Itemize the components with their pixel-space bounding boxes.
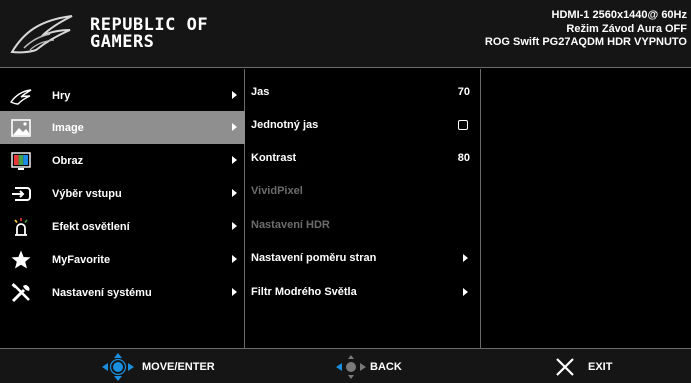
sub-item-jednotny-jas[interactable]: Jednotný jas [245,109,480,142]
menu-label-efekt-osvetleni: Efekt osvětlení [52,220,130,233]
chevron-right-icon [232,123,237,131]
menu-item-hry[interactable]: Hry [0,79,245,112]
sub-item-kontrast[interactable]: Kontrast 80 [245,142,480,175]
sub-label-nastaveni-hdr: Nastavení HDR [251,219,330,231]
chevron-right-icon [463,254,468,262]
rog-eye-icon [10,89,32,105]
menu-label-image: Image [52,121,84,134]
color-bars-icon [11,152,31,170]
joystick-move-icon [102,352,134,381]
sub-label-jednotny-jas: Jednotný jas [251,119,319,131]
move-enter-hint[interactable]: MOVE/ENTER [100,349,215,383]
sub-item-jas[interactable]: Jas 70 [245,76,480,109]
rog-logo-text: REPUBLIC OF GAMERS [90,17,208,51]
sub-label-vividpixel: VividPixel [251,185,303,197]
status-mode-line: Režim Závod Aura OFF [566,22,687,35]
menu-item-image[interactable]: Image [0,111,245,144]
sub-item-nastaveni-hdr: Nastavení HDR [245,209,480,242]
rog-logo-icon [10,15,73,54]
contrast-value: 80 [457,152,470,164]
chevron-right-icon [232,255,237,263]
brightness-value: 70 [457,86,470,98]
menu-item-obraz[interactable]: Obraz [0,144,245,177]
menu-label-obraz: Obraz [52,154,84,167]
input-source-icon [12,187,31,201]
checkbox-icon[interactable] [458,120,468,130]
move-enter-label: MOVE/ENTER [142,360,215,373]
menu-item-vyber-vstupu[interactable]: Výběr vstupu [0,177,245,210]
joystick-back-icon [336,354,366,379]
sub-menu: Jas 70 Jednotný jas Kontrast 80 VividPix… [245,69,481,348]
logo-line-2: GAMERS [90,32,155,52]
sub-label-filtr-modreho-svetla: Filtr Modrého Světla [251,286,357,298]
menu-label-nastaveni-systemu: Nastavení systému [52,286,152,299]
menu-item-myfavorite[interactable]: MyFavorite [0,243,245,276]
chevron-right-icon [463,288,468,296]
chevron-right-icon [232,156,237,164]
sub-label-jas: Jas [251,86,270,98]
chevron-right-icon [232,288,237,296]
osd-footer: MOVE/ENTER BACK EXIT [0,348,691,383]
osd-header: REPUBLIC OF GAMERS HDMI-1 2560x1440@ 60Hz… [0,0,691,68]
detail-panel [481,69,691,348]
close-icon [556,357,574,376]
back-label: BACK [370,360,402,373]
menu-label-hry: Hry [52,89,71,102]
sub-item-filtr-modreho-svetla[interactable]: Filtr Modrého Světla [245,276,480,309]
menu-label-myfavorite: MyFavorite [52,253,111,266]
menu-item-nastaveni-systemu[interactable]: Nastavení systému [0,276,245,309]
chevron-right-icon [232,222,237,230]
sub-item-pomer-stran[interactable]: Nastavení poměru stran [245,242,480,275]
exit-hint[interactable]: EXIT [554,349,612,383]
status-panel: HDMI-1 2560x1440@ 60Hz Režim Závod Aura … [485,9,687,50]
exit-label: EXIT [588,360,613,373]
wrench-screwdriver-icon [11,283,30,303]
osd-window: REPUBLIC OF GAMERS HDMI-1 2560x1440@ 60Hz… [0,0,691,383]
chevron-right-icon [232,189,237,197]
chevron-right-icon [232,91,237,99]
status-model-line: ROG Swift PG27AQDM HDR VYPNUTO [484,36,687,48]
back-hint[interactable]: BACK [334,349,402,383]
menu-label-vyber-vstupu: Výběr vstupu [52,187,122,200]
status-input-line: HDMI-1 2560x1440@ 60Hz [551,9,687,21]
sub-label-pomer-stran: Nastavení poměru stran [251,252,377,264]
image-icon [11,119,31,137]
menu-item-efekt-osvetleni[interactable]: Efekt osvětlení [0,210,245,243]
lighting-effect-icon [14,218,28,236]
sub-item-vividpixel: VividPixel [245,175,480,208]
star-icon [11,250,31,269]
main-menu: Hry Image Obraz Výběr vstupu Efekt osvět… [0,69,245,348]
sub-label-kontrast: Kontrast [251,152,297,164]
